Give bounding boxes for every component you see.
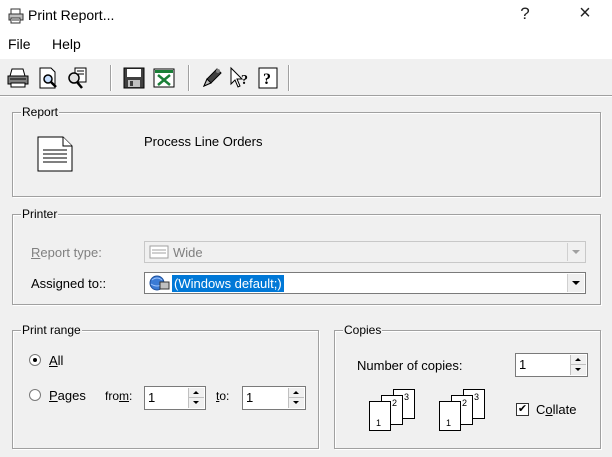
- page-1-icon: 1: [439, 401, 461, 431]
- to-spinner-arrows[interactable]: [288, 388, 304, 408]
- report-group: Report Process Line Orders: [12, 105, 601, 197]
- menu-bar: File Help: [0, 33, 612, 55]
- number-of-copies-label: Number of copies:: [357, 358, 463, 373]
- network-printer-icon: [149, 275, 170, 291]
- print-range-group: Print range All Pages from: 1 to: 1: [12, 323, 319, 449]
- spin-up-icon[interactable]: [571, 355, 586, 365]
- report-type-combo: Wide: [144, 241, 586, 263]
- report-type-label: Report type:: [31, 245, 102, 260]
- spin-up-icon[interactable]: [189, 388, 204, 398]
- print-icon[interactable]: [6, 66, 30, 90]
- collate-pages-icon: 3 2 1: [361, 389, 423, 431]
- from-label: from:: [105, 389, 133, 403]
- spin-down-icon[interactable]: [189, 398, 204, 408]
- radio-all[interactable]: [29, 354, 41, 366]
- title-bar: Print Report... ? ×: [0, 0, 612, 32]
- spin-up-icon[interactable]: [289, 388, 304, 398]
- report-document-icon: [37, 136, 73, 172]
- report-type-value: Wide: [173, 245, 203, 260]
- to-label: to:: [216, 389, 230, 403]
- excel-export-icon[interactable]: [152, 66, 176, 90]
- assigned-to-label: Assigned to::: [31, 276, 107, 291]
- copies-value: 1: [519, 357, 527, 372]
- assigned-to-combo[interactable]: (Windows default;): [144, 272, 586, 294]
- toolbar: ? ?: [0, 58, 612, 96]
- wide-page-icon: [149, 245, 169, 259]
- help-button[interactable]: ?: [510, 4, 540, 24]
- collate-checkbox[interactable]: ✔: [516, 403, 529, 416]
- from-page-value: 1: [148, 390, 156, 405]
- collate-pages-icon: 3 2 1: [431, 389, 493, 431]
- zoom-preview-icon[interactable]: [66, 66, 90, 90]
- whats-this-icon[interactable]: ?: [228, 66, 252, 90]
- menu-help[interactable]: Help: [52, 36, 81, 52]
- print-range-group-label: Print range: [21, 323, 82, 337]
- radio-pages-label[interactable]: Pages: [49, 388, 86, 403]
- toolbar-separator: [288, 65, 290, 91]
- from-spinner-arrows[interactable]: [188, 388, 204, 408]
- radio-pages[interactable]: [29, 389, 41, 401]
- radio-all-label[interactable]: All: [49, 353, 63, 368]
- save-icon[interactable]: [122, 66, 146, 90]
- assigned-to-value: (Windows default;): [171, 274, 285, 293]
- printer-app-icon: [8, 8, 24, 24]
- copies-group: Copies Number of copies: 1 3 2 1 3 2 1 ✔…: [334, 323, 601, 449]
- spin-down-icon[interactable]: [289, 398, 304, 408]
- copies-group-label: Copies: [343, 323, 383, 337]
- report-type-dropdown-arrow: [567, 243, 584, 261]
- copies-spinner[interactable]: 1: [515, 353, 588, 377]
- printer-group-label: Printer: [21, 207, 59, 221]
- print-preview-icon[interactable]: [36, 66, 60, 90]
- toolbar-separator: [188, 65, 190, 91]
- pencil-icon[interactable]: [200, 66, 224, 90]
- close-button[interactable]: ×: [570, 2, 600, 25]
- toolbar-separator: [110, 65, 112, 91]
- assigned-to-dropdown-arrow[interactable]: [567, 274, 584, 292]
- to-page-spinner[interactable]: 1: [242, 386, 306, 410]
- printer-group: Printer Report type: Wide Assigned to:: …: [12, 207, 601, 305]
- svg-text:?: ?: [241, 73, 248, 88]
- window-title: Print Report...: [28, 7, 115, 23]
- spin-down-icon[interactable]: [571, 365, 586, 375]
- page-1-icon: 1: [369, 401, 391, 431]
- to-page-value: 1: [246, 390, 254, 405]
- svg-text:?: ?: [263, 71, 271, 88]
- menu-file[interactable]: File: [8, 36, 31, 52]
- help-icon[interactable]: ?: [256, 66, 280, 90]
- report-group-label: Report: [21, 105, 60, 119]
- report-name: Process Line Orders: [144, 134, 263, 149]
- collate-label[interactable]: Collate: [536, 402, 576, 417]
- dialog-body: Report Process Line Orders Printer Repor…: [0, 97, 612, 457]
- copies-spinner-arrows[interactable]: [570, 355, 586, 375]
- from-page-spinner[interactable]: 1: [144, 386, 206, 410]
